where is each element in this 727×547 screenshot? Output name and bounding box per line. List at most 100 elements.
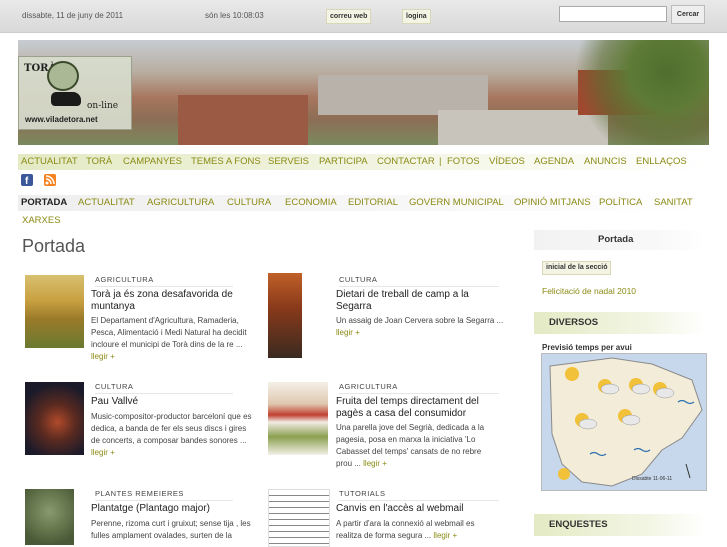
article-summary-text: Una parella jove del Segrià, dedicada a … [336, 423, 485, 468]
cloud-icon [578, 418, 598, 430]
read-more-link[interactable]: llegir + [336, 328, 360, 337]
section-tab-cultura[interactable]: CULTURA [227, 197, 271, 208]
section-tab-portada[interactable]: PORTADA [21, 197, 67, 208]
article-category: AGRICULTURA [339, 382, 499, 394]
read-more-link[interactable]: llegir + [433, 531, 457, 540]
section-tab-govern-municipal[interactable]: GOVERN MUNICIPAL [409, 197, 504, 208]
article-summary: Music-compositor-productor barceloní que… [91, 411, 253, 459]
banner-tree [569, 40, 709, 145]
article-title[interactable]: Plantatge (Plantago major) [91, 503, 241, 515]
article-summary-text: Music-compositor-productor barceloní que… [91, 412, 252, 445]
sidebar-heading-text: ENQUESTES [549, 519, 608, 530]
map-caption: Dissabte 11-06-11 [632, 476, 672, 482]
logo-tagline: on-line [87, 101, 119, 111]
read-more-link[interactable]: llegir + [91, 351, 115, 363]
nav-item-agenda[interactable]: AGENDA [534, 156, 574, 167]
nav-item-campanyes[interactable]: CAMPANYES [123, 156, 182, 167]
article-title[interactable]: Torà ja és zona desafavorida de muntanya [91, 289, 241, 313]
tree-icon [47, 61, 79, 91]
search-input[interactable] [559, 6, 667, 22]
nav-item-serveis[interactable]: SERVEIS [268, 156, 309, 167]
banner-building [178, 95, 308, 145]
webmail-button[interactable]: correu web [326, 9, 372, 24]
login-button[interactable]: logina [402, 9, 431, 24]
sun-icon [565, 367, 579, 381]
sidebar-portada-heading: Portada [534, 230, 705, 250]
cloud-icon [655, 387, 675, 399]
sidebar-enquestes-heading: ENQUESTES [534, 514, 705, 536]
article-summary: Un assaig de Joan Cervera sobre la Segar… [336, 315, 506, 339]
section-tab-politica[interactable]: POLÍTICA [599, 197, 642, 208]
section-tab-actualitat[interactable]: ACTUALITAT [78, 197, 135, 208]
facebook-icon[interactable]: f [21, 174, 33, 187]
search-button[interactable]: Cercar [671, 5, 705, 24]
nav-item-contactar[interactable]: CONTACTAR [377, 156, 435, 167]
nav-item-tora[interactable]: TORÀ [86, 156, 112, 167]
article-thumbnail[interactable] [25, 489, 74, 545]
article-category: CULTURA [339, 275, 499, 287]
article-thumbnail[interactable] [268, 382, 328, 455]
read-more-link[interactable]: llegir + [91, 448, 115, 457]
cloud-icon [631, 383, 651, 395]
article-thumbnail[interactable] [268, 489, 330, 547]
bull-icon [51, 92, 81, 106]
cloud-icon [600, 383, 620, 395]
weather-label: Previsió temps per avui [542, 343, 632, 352]
article-summary-text: El Departament d'Agricultura, Ramaderia,… [91, 316, 247, 349]
article-category: AGRICULTURA [95, 275, 233, 287]
article-category: TUTORIALS [339, 489, 499, 501]
nav-item-temes-a-fons[interactable]: TEMES A FONS [191, 156, 261, 167]
logo-url: www.viladetora.net [25, 115, 98, 124]
article-title[interactable]: Dietari de treball de camp a la Segarra [336, 289, 501, 313]
nav-item-enllacos[interactable]: ENLLAÇOS [636, 156, 687, 167]
sidebar-heading-text: Portada [598, 234, 634, 245]
article-summary: Perenne, rizoma curt i gruixut; sense ti… [91, 518, 261, 542]
site-logo[interactable]: TORÀ on-line www.viladetora.net [18, 56, 132, 130]
sidebar-diversos-heading: DIVERSOS [534, 312, 705, 334]
section-tab-economia[interactable]: ECONOMIA [285, 197, 337, 208]
rss-icon[interactable] [44, 174, 56, 186]
sidebar-heading-text: DIVERSOS [549, 317, 599, 328]
article-summary-text: Perenne, rizoma curt i gruixut; sense ti… [91, 519, 251, 540]
sun-icon [558, 468, 570, 480]
header-banner: TORÀ on-line www.viladetora.net [18, 40, 709, 145]
section-tab-editorial[interactable]: EDITORIAL [348, 197, 398, 208]
current-date: dissabte, 11 de juny de 2011 [22, 11, 124, 20]
main-nav: ACTUALITAT TORÀ CAMPANYES TEMES A FONS S… [18, 154, 705, 170]
article-category: PLANTES REMEIERES [95, 489, 233, 501]
current-time: són les 10:08:03 [205, 11, 264, 20]
article-summary: El Departament d'Agricultura, Ramaderia,… [91, 315, 251, 351]
nav-item-fotos[interactable]: FOTOS [447, 156, 480, 167]
section-tab-agricultura[interactable]: AGRICULTURA [147, 197, 214, 208]
article-title[interactable]: Fruita del temps directament del pagès a… [336, 396, 496, 420]
section-tab-opinio-mitjans[interactable]: OPINIÓ MITJANS [514, 197, 591, 208]
article-summary: A partir d'ara la connexió al webmail es… [336, 518, 496, 542]
article-summary: Una parella jove del Segrià, dedicada a … [336, 422, 496, 470]
article-thumbnail[interactable] [25, 382, 84, 455]
nav-item-actualitat[interactable]: ACTUALITAT [21, 156, 78, 167]
nav-item-participa[interactable]: PARTICIPA [319, 156, 368, 167]
section-start-button[interactable]: inicial de la secció [542, 261, 612, 275]
article-category: CULTURA [95, 382, 233, 394]
section-tab-xarxes[interactable]: XARXES [22, 215, 61, 226]
weather-map-graphic: Dissabte 11-06-11 [549, 357, 703, 487]
nav-separator: | [439, 156, 442, 167]
read-more-link[interactable]: llegir + [363, 459, 387, 468]
svg-text:f: f [25, 176, 29, 186]
article-thumbnail[interactable] [25, 275, 84, 348]
nav-item-anuncis[interactable]: ANUNCIS [584, 156, 627, 167]
page-title: Portada [22, 236, 86, 256]
cloud-icon [621, 414, 641, 426]
logo-vertical-text: TORÀ [24, 63, 57, 74]
nav-item-videos[interactable]: VÍDEOS [489, 156, 525, 167]
sidebar-link[interactable]: Felicitació de nadal 2010 [542, 286, 636, 296]
article-thumbnail[interactable] [268, 273, 302, 358]
section-nav: PORTADA ACTUALITAT AGRICULTURA CULTURA E… [18, 195, 705, 211]
weather-map[interactable]: Dissabte 11-06-11 [541, 353, 707, 491]
article-title[interactable]: Canvis en l'accès al webmail [336, 503, 496, 515]
article-title[interactable]: Pau Vallvé [91, 396, 241, 408]
banner-building [318, 75, 488, 115]
top-bar: dissabte, 11 de juny de 2011 són les 10:… [0, 0, 727, 33]
article-summary-text: Un assaig de Joan Cervera sobre la Segar… [336, 316, 504, 325]
section-tab-sanitat[interactable]: SANITAT [654, 197, 693, 208]
